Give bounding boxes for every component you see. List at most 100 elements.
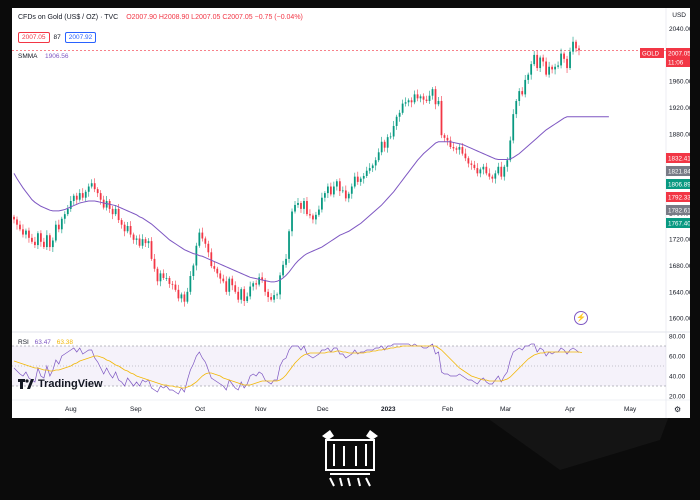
candle-body xyxy=(231,278,234,286)
candle-body xyxy=(377,152,380,161)
price-tick-label: 1920.00 xyxy=(669,105,690,112)
candle-body xyxy=(249,286,252,297)
rsi-legend[interactable]: RSI 63.47 63.38 xyxy=(18,339,73,346)
candle-body xyxy=(524,79,527,95)
candle-body xyxy=(108,200,111,209)
candle-body xyxy=(31,237,33,242)
candle-body xyxy=(416,94,419,99)
candle-body xyxy=(48,235,51,248)
price-tick-label: 1680.00 xyxy=(669,263,690,270)
candle-body xyxy=(306,200,308,215)
candle-body xyxy=(25,230,27,235)
candle-body xyxy=(515,100,518,115)
candle-body xyxy=(300,202,302,209)
settings-gear-icon[interactable]: ⚙ xyxy=(674,405,681,414)
candle-body xyxy=(165,277,168,279)
time-tick-label: Apr xyxy=(565,406,576,413)
candle-body xyxy=(135,238,138,240)
time-tick-label: Mar xyxy=(500,406,512,413)
candle-body xyxy=(279,275,281,295)
candle-body xyxy=(189,276,192,292)
candle-body xyxy=(84,191,87,198)
tradingview-logo-text: TradingView xyxy=(38,378,103,390)
candle-body xyxy=(54,224,57,241)
candle-body xyxy=(497,166,500,174)
candle-body xyxy=(446,137,449,141)
time-tick-label: Feb xyxy=(442,406,454,413)
candle-body xyxy=(207,243,210,253)
candle-body xyxy=(572,41,574,52)
candle-body xyxy=(117,208,120,221)
candle-body xyxy=(144,239,147,244)
candle-body xyxy=(153,258,156,269)
smma-value: 1906.56 xyxy=(44,53,69,60)
candle-body xyxy=(264,279,267,292)
candle-body xyxy=(401,103,404,113)
candle-body xyxy=(434,89,437,105)
candle-body xyxy=(368,168,371,171)
candle-body xyxy=(356,176,359,182)
candle-body xyxy=(201,232,204,239)
smma-legend[interactable]: SMMA 1906.56 xyxy=(18,53,68,60)
smma-label: SMMA xyxy=(18,53,38,60)
candle-body xyxy=(512,114,515,141)
price-chart[interactable]: 2040.002000.001960.001920.001880.001840.… xyxy=(12,8,690,418)
sell-price-button[interactable]: 2007.05 xyxy=(18,32,50,43)
candle-body xyxy=(63,214,66,219)
candle-body xyxy=(288,231,290,259)
tradingview-icon xyxy=(18,379,34,389)
price-tag-value: 11:06 xyxy=(668,60,684,67)
candle-body xyxy=(461,147,464,154)
candle-body xyxy=(347,193,350,199)
time-tick-label: Nov xyxy=(255,406,267,413)
candle-body xyxy=(51,240,54,248)
candle-body xyxy=(491,176,494,179)
candle-body xyxy=(99,193,102,200)
candle-body xyxy=(240,289,243,300)
candle-body xyxy=(90,183,93,187)
tradingview-logo[interactable]: TradingView xyxy=(18,378,103,390)
currency-label[interactable]: USD xyxy=(672,12,686,19)
candle-body xyxy=(126,226,129,232)
candle-body xyxy=(554,66,556,70)
candle-body xyxy=(518,91,521,101)
candle-body xyxy=(60,218,63,230)
buy-price-button[interactable]: 2007.92 xyxy=(64,32,97,43)
candle-body xyxy=(455,148,458,150)
candle-body xyxy=(338,181,341,192)
price-tag-value: 2007.05 xyxy=(668,51,690,58)
candle-body xyxy=(410,100,413,103)
rsi-ma-value: 63.38 xyxy=(56,339,74,346)
candle-body xyxy=(40,233,42,242)
candle-body xyxy=(174,284,177,290)
candle-body xyxy=(503,166,506,177)
candle-body xyxy=(13,216,15,220)
candle-body xyxy=(168,277,171,284)
lightning-icon[interactable]: ⚡ xyxy=(574,311,588,325)
candle-body xyxy=(159,273,162,282)
price-tick-label: 1880.00 xyxy=(669,131,690,138)
candle-body xyxy=(536,54,539,69)
candle-body xyxy=(141,239,144,246)
candle-body xyxy=(431,89,434,96)
price-tag-name: GOLD xyxy=(642,52,660,58)
candle-body xyxy=(177,289,180,299)
chart-panel: 2040.002000.001960.001920.001880.001840.… xyxy=(12,8,690,418)
trade-box-row: 2007.05 87 2007.92 xyxy=(18,32,97,43)
price-tag-value: 1806.89 xyxy=(668,182,690,189)
candle-body xyxy=(198,232,201,246)
candle-body xyxy=(425,99,428,101)
candle-body xyxy=(542,57,545,62)
candle-body xyxy=(78,193,81,200)
price-tick-label: 1720.00 xyxy=(669,237,690,244)
candle-body xyxy=(315,214,317,220)
candle-body xyxy=(413,94,416,103)
candle-body xyxy=(123,224,126,232)
candle-body xyxy=(93,183,96,190)
candle-body xyxy=(66,208,69,215)
candle-body xyxy=(539,57,542,69)
candle-body xyxy=(111,208,114,215)
candle-body xyxy=(428,95,431,101)
rsi-tick-label: 40.00 xyxy=(669,374,686,381)
candle-body xyxy=(560,53,562,66)
